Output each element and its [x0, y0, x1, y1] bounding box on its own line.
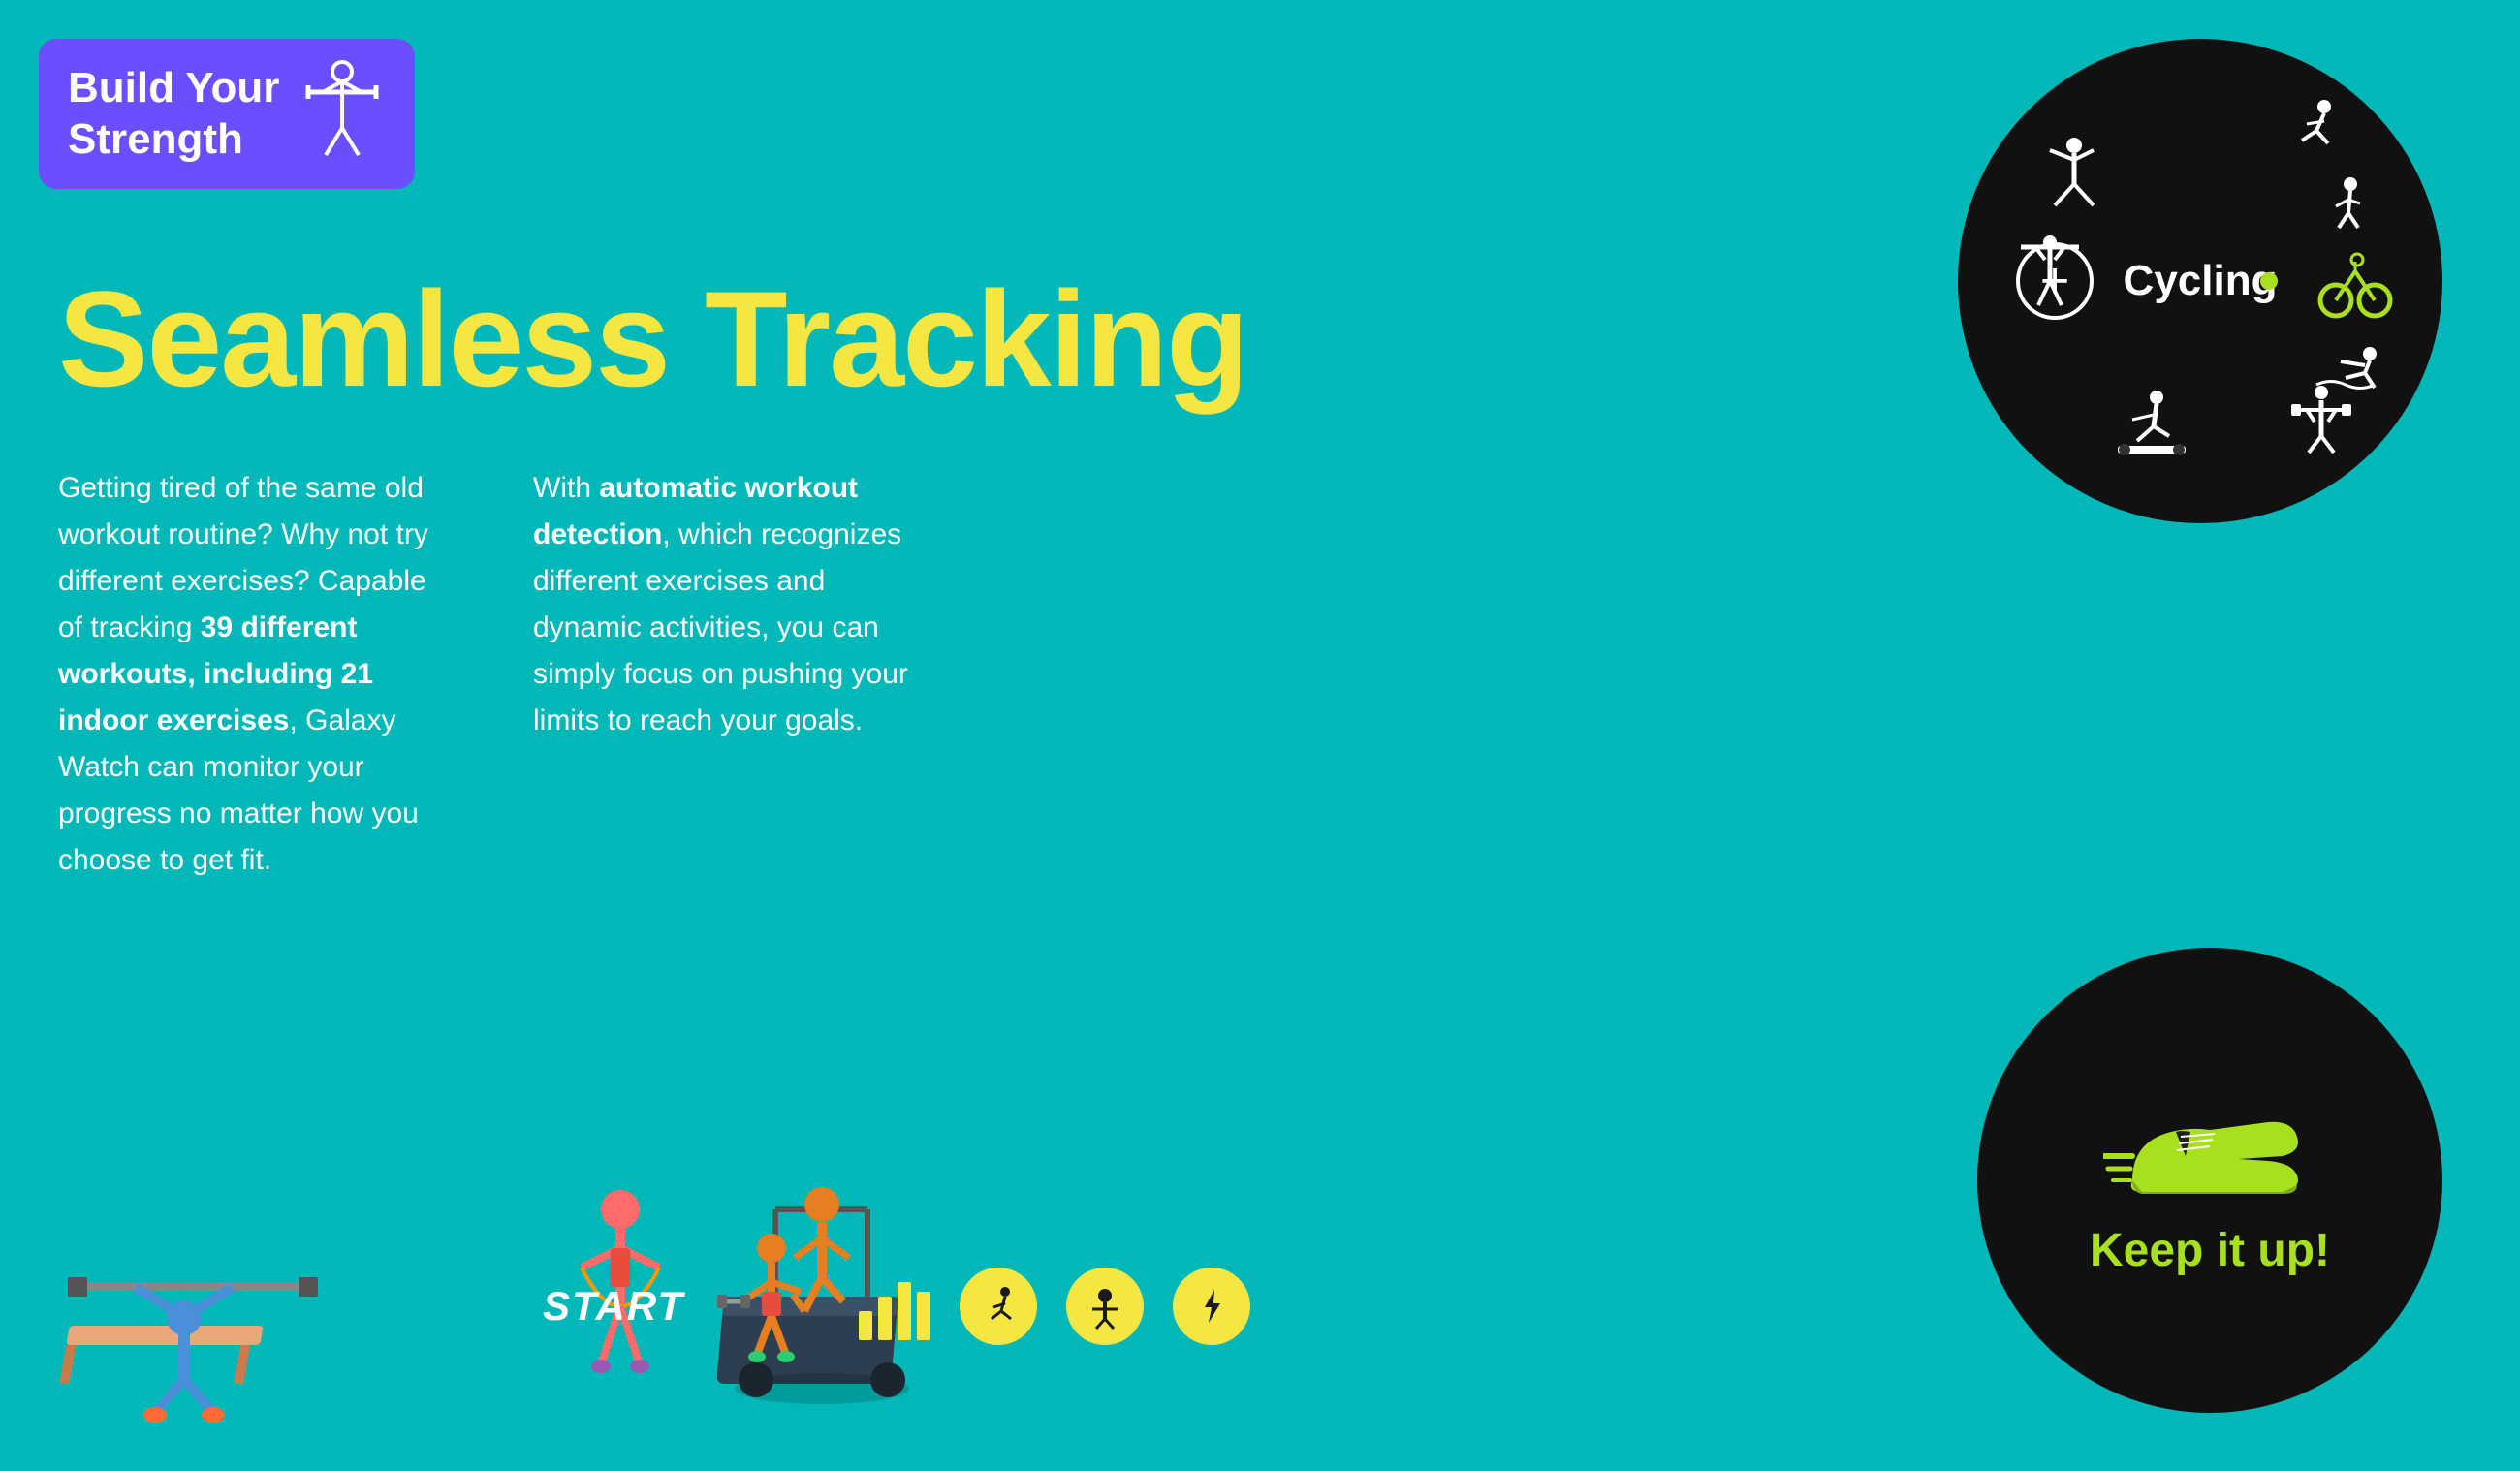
start-label: START: [543, 1283, 684, 1330]
stretching-sport-icon: [2035, 136, 2103, 213]
brand-badge: Build YourStrength: [39, 39, 415, 189]
energy-circle-icon: [1173, 1268, 1250, 1345]
shoe-icon: [2103, 1083, 2316, 1224]
main-heading: Seamless Tracking: [58, 271, 1247, 407]
cycling-watch-face: + Cycling: [1958, 39, 2442, 523]
run-circle-icon: [960, 1268, 1037, 1345]
swimming-sport-icon: [2312, 344, 2384, 397]
watch-running: Keep it up!: [1977, 948, 2442, 1413]
walking-sport-icon: [2321, 174, 2375, 237]
treadmill-sport-icon: [2113, 388, 2190, 455]
bar3: [898, 1282, 911, 1340]
person-circle-icon: [1066, 1268, 1144, 1345]
weightlifter-icon: [299, 58, 386, 170]
cycling-sport-icon: [2316, 252, 2394, 320]
col2-text-before: With: [533, 472, 599, 504]
body-text-area: Getting tired of the same old workout ro…: [58, 465, 930, 884]
bar1: [859, 1311, 872, 1340]
watch-cycling: + Cycling: [1958, 39, 2442, 523]
dumbbell-figure-icon: [713, 1229, 830, 1384]
col2-text-after: , which recognizes different exercises a…: [533, 518, 908, 736]
body-col2: With automatic workout detection, which …: [533, 465, 930, 884]
cycling-label: Cycling: [2124, 257, 2278, 305]
running-sport-icon: [2287, 97, 2346, 155]
bar-chart-icon: [859, 1272, 930, 1340]
brand-title: Build YourStrength: [68, 63, 279, 166]
bar4: [917, 1292, 930, 1340]
body-col1: Getting tired of the same old workout ro…: [58, 465, 456, 884]
pullup-sport-icon: [2011, 233, 2089, 320]
keep-it-up-label: Keep it up!: [2090, 1224, 2330, 1277]
bar2: [878, 1297, 892, 1340]
start-row: START: [543, 1229, 1250, 1384]
active-indicator: [2260, 272, 2278, 290]
bench-press-illustration: [58, 1171, 523, 1423]
